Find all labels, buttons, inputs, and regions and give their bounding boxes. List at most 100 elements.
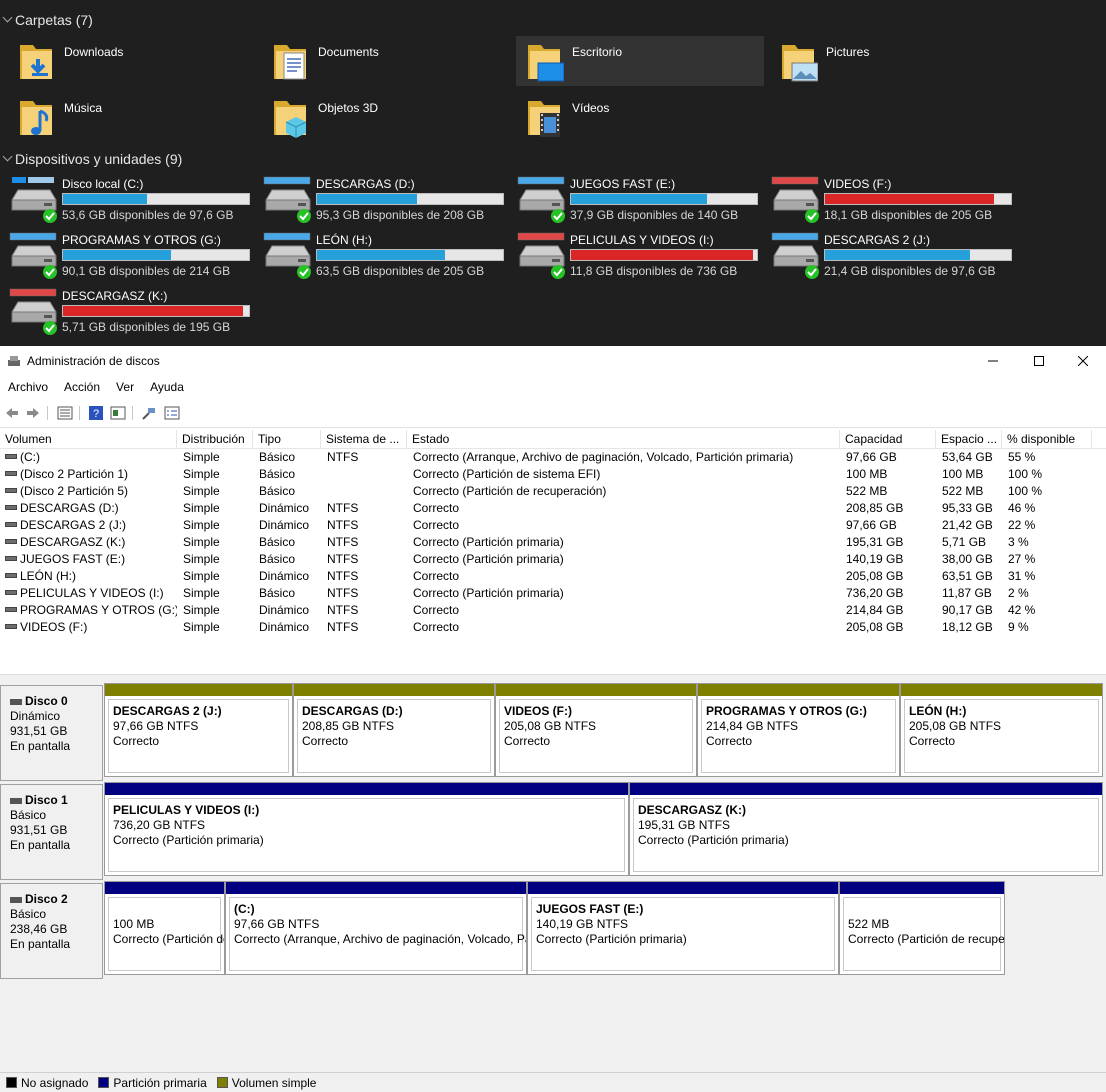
partition-block[interactable]: (C:) 97,66 GB NTFS Correcto (Arranque, Arc…	[225, 881, 527, 975]
column-volumen[interactable]: Volumen	[0, 430, 177, 449]
menu-ver[interactable]: Ver	[108, 380, 142, 394]
table-cell: Simple	[183, 484, 220, 498]
partition-name: JUEGOS FAST (E:)	[536, 902, 644, 916]
partition-block[interactable]: VIDEOS (F:) 205,08 GB NTFS Correcto	[495, 683, 697, 777]
drive-tile[interactable]: LEÓN (H:) 63,5 GB disponibles de 205 GB	[254, 232, 504, 286]
partition-name: DESCARGAS (D:)	[302, 704, 403, 718]
back-arrow-icon[interactable]	[4, 405, 20, 421]
help-icon[interactable]: ?	[88, 405, 104, 421]
disk-type: Básico	[10, 907, 47, 921]
partition-size: 100 MB	[113, 917, 155, 931]
list-view-icon[interactable]	[57, 405, 73, 421]
partition-block[interactable]: 100 MBCorrecto (Partición de sistema EFI…	[104, 881, 225, 975]
column-porcentaje[interactable]: % disponible	[1002, 430, 1092, 449]
column-distribucion[interactable]: Distribución	[177, 430, 253, 449]
folder-escritorio[interactable]: Escritorio	[516, 36, 764, 86]
column-sistema[interactable]: Sistema de ...	[321, 430, 407, 449]
partition-block[interactable]: DESCARGASZ (K:) 195,31 GB NTFS Correcto (P…	[629, 782, 1103, 876]
drive-tile[interactable]: DESCARGASZ (K:) 5,71 GB disponibles de 19…	[0, 288, 250, 342]
chevron-down-icon[interactable]	[2, 14, 14, 26]
table-row[interactable]: VIDEOS (F:) Simple Dinámico NTFS Correcto 205…	[0, 619, 1106, 636]
table-row[interactable]: PROGRAMAS Y OTROS (G:) Simple Dinámico NTFS…	[0, 602, 1106, 619]
folder-musica[interactable]: Música	[8, 92, 256, 142]
partition-block[interactable]: JUEGOS FAST (E:) 140,19 GB NTFS Correcto (…	[527, 881, 839, 975]
close-button[interactable]	[1060, 346, 1106, 376]
table-row[interactable]: (Disco 2 Partición 1) Simple Básico Correct…	[0, 466, 1106, 483]
folder-videos[interactable]: Vídeos	[516, 92, 764, 142]
folders-section-header[interactable]: Carpetas (7)	[0, 9, 93, 31]
legend-label: Partición primaria	[113, 1075, 207, 1090]
menu-accion[interactable]: Acción	[56, 380, 108, 394]
partition-block[interactable]: PROGRAMAS Y OTROS (G:) 214,84 GB NTFS Corr…	[697, 683, 900, 777]
drive-name: PELICULAS Y VIDEOS (I:)	[570, 233, 714, 247]
cell-volumen: LEÓN (H:)	[0, 568, 177, 585]
drive-tile[interactable]: Disco local (C:) 53,6 GB disponibles de 9…	[0, 176, 250, 230]
partition-block[interactable]: 522 MBCorrecto (Partición de recuperació…	[839, 881, 1005, 975]
table-cell	[327, 466, 407, 483]
partition-info: 100 MBCorrecto (Partición de sistema EFI…	[108, 897, 224, 971]
table-cell: Simple	[183, 620, 220, 634]
table-cell: NTFS	[327, 501, 359, 515]
drive-tile[interactable]: DESCARGAS 2 (J:) 21,4 GB disponibles de 9…	[762, 232, 1012, 286]
disk-label-1[interactable]: Disco 1 Básico 931,51 GB En pantalla	[0, 784, 103, 880]
settings-list-icon[interactable]	[164, 405, 180, 421]
table-cell: 3 %	[1008, 535, 1029, 549]
folder-documents[interactable]: Documents	[262, 36, 510, 86]
partition-status: Correcto (Partición de recuperación)	[848, 932, 1005, 946]
title-bar[interactable]: Administración de discos	[0, 346, 1106, 376]
properties-icon[interactable]	[110, 405, 126, 421]
drive-tile[interactable]: PELICULAS Y VIDEOS (I:) 11,8 GB disponibl…	[508, 232, 758, 286]
drive-tile[interactable]: VIDEOS (F:) 18,1 GB disponibles de 205 GB	[762, 176, 1012, 230]
minimize-button[interactable]	[970, 346, 1016, 376]
minimize-icon	[988, 360, 998, 362]
table-row[interactable]: JUEGOS FAST (E:) Simple Básico NTFS Correcto…	[0, 551, 1106, 568]
drive-usage-fill	[317, 194, 418, 204]
partition-block[interactable]: PELICULAS Y VIDEOS (I:) 736,20 GB NTFS Cor…	[104, 782, 629, 876]
column-tipo[interactable]: Tipo	[253, 430, 321, 449]
connect-icon[interactable]	[141, 405, 157, 421]
partition-type-bar	[901, 684, 1102, 696]
maximize-button[interactable]	[1016, 346, 1062, 376]
drive-tile[interactable]: JUEGOS FAST (E:) 37,9 GB disponibles de 1…	[508, 176, 758, 230]
partition-block[interactable]: DESCARGAS 2 (J:) 97,66 GB NTFS Correcto	[104, 683, 293, 777]
table-row[interactable]: DESCARGAS (D:) Simple Dinámico NTFS Correcto…	[0, 500, 1106, 517]
chevron-down-icon[interactable]	[2, 153, 14, 165]
disk-icon	[10, 797, 22, 804]
table-row[interactable]: DESCARGASZ (K:) Simple Básico NTFS Correcto …	[0, 534, 1106, 551]
folder-pictures[interactable]: Pictures	[770, 36, 1018, 86]
table-cell: 214,84 GB	[846, 603, 904, 617]
table-cell: Correcto (Partición primaria)	[413, 535, 564, 549]
table-row[interactable]: DESCARGAS 2 (J:) Simple Dinámico NTFS Correc…	[0, 517, 1106, 534]
table-cell: Dinámico	[259, 620, 310, 634]
partition-name: DESCARGAS 2 (J:)	[113, 704, 222, 718]
menu-ayuda[interactable]: Ayuda	[142, 380, 192, 394]
menu-archivo[interactable]: Archivo	[0, 380, 56, 394]
drive-usage-bar	[824, 249, 1012, 261]
partition-size: 205,08 GB NTFS	[504, 719, 597, 733]
table-cell: Simple	[183, 467, 220, 481]
column-espacio[interactable]: Espacio ...	[936, 430, 1002, 449]
disk-label-2[interactable]: Disco 2 Básico 238,46 GB En pantalla	[0, 883, 103, 979]
table-row[interactable]: PELICULAS Y VIDEOS (I:) Simple Básico NTFS C…	[0, 585, 1106, 602]
column-capacidad[interactable]: Capacidad	[840, 430, 936, 449]
partition-size: 208,85 GB NTFS	[302, 719, 395, 733]
table-row[interactable]: LEÓN (H:) Simple Dinámico NTFS Correcto 205,0…	[0, 568, 1106, 585]
drive-tile[interactable]: DESCARGAS (D:) 95,3 GB disponibles de 208…	[254, 176, 504, 230]
disk-name: Disco 2	[25, 892, 68, 906]
cell-volumen: PROGRAMAS Y OTROS (G:)	[0, 602, 177, 619]
drives-section-header[interactable]: Dispositivos y unidades (9)	[0, 148, 182, 170]
folder-downloads[interactable]: Downloads	[8, 36, 256, 86]
table-row[interactable]: (Disco 2 Partición 5) Simple Básico Correct…	[0, 483, 1106, 500]
partition-block[interactable]: DESCARGAS (D:) 208,85 GB NTFS Correcto	[293, 683, 495, 777]
column-estado[interactable]: Estado	[407, 430, 840, 449]
drive-tile[interactable]: PROGRAMAS Y OTROS (G:) 90,1 GB disponible…	[0, 232, 250, 286]
folder-objetos-3d[interactable]: Objetos 3D	[262, 92, 510, 142]
table-cell: NTFS	[327, 450, 359, 464]
disk-size: 931,51 GB	[10, 823, 68, 837]
partition-block[interactable]: LEÓN (H:) 205,08 GB NTFS Correcto	[900, 683, 1103, 777]
table-cell: NTFS	[327, 586, 359, 600]
forward-arrow-icon[interactable]	[25, 405, 41, 421]
table-row[interactable]: (C:) Simple Básico NTFS Correcto (Arranque, …	[0, 449, 1106, 466]
disk-label-0[interactable]: Disco 0 Dinámico 931,51 GB En pantalla	[0, 685, 103, 781]
disk-name-wrap: Disco 0	[10, 694, 68, 708]
